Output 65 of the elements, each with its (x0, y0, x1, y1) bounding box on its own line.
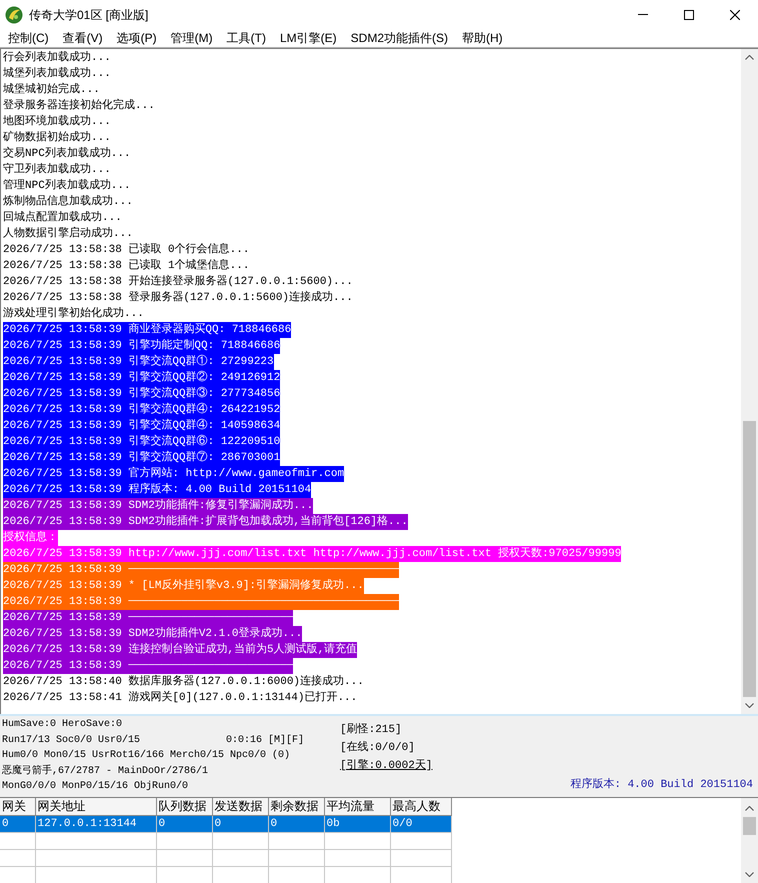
scrollbar-thumb[interactable] (743, 421, 756, 697)
menu-item[interactable]: 工具(T) (220, 29, 273, 47)
log-line: 管理NPC列表加载成功... (3, 178, 131, 194)
table-cell: 0 (212, 815, 268, 832)
column-header[interactable]: 队列数据 (156, 798, 212, 815)
log-line: 登录服务器连接初始化完成... (3, 98, 155, 114)
log-line: 回城点配置加载成功... (3, 210, 122, 226)
column-header[interactable]: 平均流量 (324, 798, 390, 815)
log-line: 城堡城初始完成... (3, 82, 100, 98)
column-header[interactable]: 发送数据 (212, 798, 268, 815)
column-header[interactable]: 剩余数据 (268, 798, 324, 815)
counter-text: [刷怪:215] (340, 722, 402, 738)
chevron-up-icon[interactable] (745, 55, 754, 60)
chevron-down-icon[interactable] (745, 703, 754, 708)
log-line: 炼制物品信息加载成功... (3, 194, 133, 210)
status-text: 恶魔弓箭手,67/2787 - MainDoOr/2786/1 (2, 764, 210, 779)
log-line: 行会列表加载成功... (3, 50, 111, 66)
scrollbar[interactable] (741, 798, 758, 883)
menu-item[interactable]: 控制(C) (1, 29, 56, 47)
status-text: Run17/13 Soc0/0 Usr0/15 (2, 734, 142, 748)
table-row[interactable]: 0 127.0.0.1:13144 0 0 0 0b 0/0 (0, 815, 451, 832)
maximize-icon (684, 10, 694, 20)
counter-text: [在线:0/0/0] (340, 740, 415, 756)
menu-item[interactable]: 帮助(H) (455, 29, 510, 47)
uptime-text: 0:0:16 [M][F] (226, 734, 304, 746)
log-line: 2026/7/25 13:58:38 已读取 0个行会信息... (3, 242, 250, 258)
log-line: 2026/7/25 13:58:38 已读取 1个城堡信息... (3, 258, 250, 274)
minimize-icon (638, 14, 648, 15)
log-line: 2026/7/25 13:58:40 数据库服务器(127.0.0.1:6000)连接成功... (3, 674, 364, 690)
menu-item[interactable]: 选项(P) (110, 29, 164, 47)
emblem-icon (5, 6, 23, 24)
column-header[interactable]: 网关 (0, 798, 35, 815)
scrollbar[interactable] (741, 49, 758, 714)
table-cell: 0 (268, 815, 324, 832)
column-header[interactable]: 最高人数 (390, 798, 451, 815)
version-text: 程序版本: 4.00 Build 20151104 (570, 776, 753, 792)
engine-link[interactable]: [引擎:0.0002天] (340, 757, 432, 775)
close-icon (730, 10, 740, 20)
menu-item[interactable]: LM引擎(E) (273, 29, 344, 47)
scrollbar-thumb[interactable] (743, 817, 756, 835)
menu-item[interactable]: SDM2功能插件(S) (344, 29, 456, 47)
log-line: 2026/7/25 13:58:41 游戏网关[0](127.0.0.1:13144)已打开... (3, 690, 358, 706)
log-line: 守卫列表加载成功... (3, 162, 111, 178)
status-text: Hum0/0 Mon0/15 UsrRot16/166 Merch0/15 Npc0/0 (0) (2, 748, 290, 764)
table-cell: 0 (156, 815, 212, 832)
chevron-down-icon[interactable] (745, 872, 754, 877)
column-header[interactable]: 网关地址 (35, 798, 156, 815)
chevron-up-icon[interactable] (745, 806, 754, 811)
table-cell: 0b (324, 815, 390, 832)
log-line: 人物数据引擎启动成功... (3, 226, 133, 242)
status-text: HumSave:0 HeroSave:0 (2, 718, 124, 732)
table-cell: 0/0 (390, 815, 451, 832)
status-text: MonG0/0/0 MonP0/15/16 ObjRun0/0 (2, 780, 190, 794)
log-line: 交易NPC列表加载成功... (3, 146, 131, 162)
log-line: 游戏处理引擎初始化成功... (3, 306, 144, 322)
menu-item[interactable]: 查看(V) (56, 29, 110, 47)
log-line: 地图环境加载成功... (3, 114, 111, 130)
log-line: 城堡列表加载成功... (3, 66, 111, 82)
log-line: 2026/7/25 13:58:38 登录服务器(127.0.0.1:5600)连接成功... (3, 290, 353, 306)
menu-item[interactable]: 管理(M) (164, 29, 220, 47)
log-line: 矿物数据初始成功... (3, 130, 111, 146)
log-line: 2026/7/25 13:58:38 开始连接登录服务器(127.0.0.1:5600)... (3, 274, 353, 290)
window-title: 传奇大学01区 [商业版] (29, 6, 148, 24)
table-cell: 127.0.0.1:13144 (35, 815, 156, 832)
table-cell: 0 (0, 815, 35, 832)
